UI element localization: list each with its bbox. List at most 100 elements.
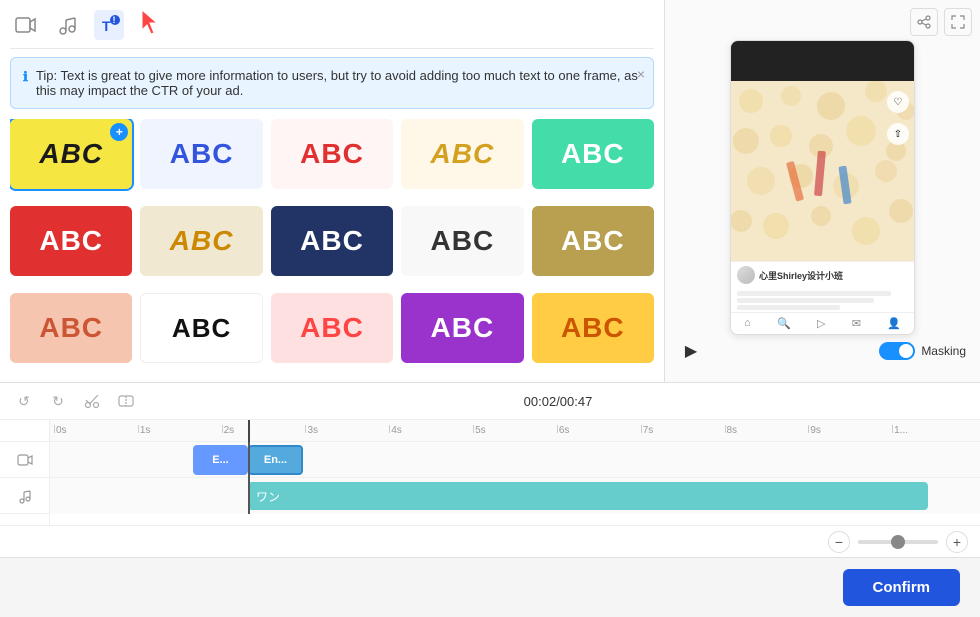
video-track-icon [0,442,49,478]
style-10-label: ABC [561,225,625,257]
style-8-label: ABC [300,225,364,257]
text-style-9[interactable]: ABC [401,206,523,276]
text-style-5[interactable]: ABC [532,119,654,189]
confirm-button[interactable]: Confirm [843,569,961,606]
cut-button[interactable] [80,389,104,413]
toggle-thumb [899,344,913,358]
timeline-area: ↺ ↻ 00:02/00:47 [0,382,980,557]
masking-label: Masking [921,344,966,358]
preview-phone: ♡ ⇧ 心里Shirley设计小班 [730,40,915,335]
track-timeline: 0s 1s 2s 3s 4s 5s 6s 7s 8s 9s 1... [50,420,980,525]
main-container: T ! ℹ Tip: Text is great to give more in… [0,0,980,617]
masking-control: Masking [879,342,966,360]
text-style-1[interactable]: ABC + [10,119,132,189]
ruler-0s: 0s [54,425,138,436]
right-panel: ♡ ⇧ 心里Shirley设计小班 [665,0,980,382]
left-panel: T ! ℹ Tip: Text is great to give more in… [0,0,665,382]
ruler-6s: 6s [557,425,641,436]
ruler-10s: 1... [892,425,976,436]
text-tool-icon[interactable]: T ! [94,10,124,40]
phone-image-area: ♡ ⇧ [731,81,914,261]
tip-info-icon: ℹ [23,69,28,85]
text-style-14[interactable]: ABC [401,293,523,363]
audio-track-icon [0,478,49,514]
text-style-4[interactable]: ABC [401,119,523,189]
play-button[interactable]: ▶ [679,339,703,363]
text-style-6[interactable]: ABC [10,206,132,276]
bottom-bar: Confirm [0,557,980,617]
cursor-indicator [136,10,166,40]
timeline-toolbar: ↺ ↻ 00:02/00:47 [0,383,980,420]
ruler-5s: 5s [473,425,557,436]
phone-content: ♡ ⇧ 心里Shirley设计小班 [731,81,914,334]
phone-avatar [737,266,755,284]
text-style-15[interactable]: ABC [532,293,654,363]
top-toolbar: T ! [10,10,654,49]
text-style-3[interactable]: ABC [271,119,393,189]
text-style-2[interactable]: ABC [140,119,262,189]
masking-toggle-switch[interactable] [879,342,915,360]
editor-area: T ! ℹ Tip: Text is great to give more in… [0,0,980,382]
style-9-label: ABC [431,225,495,257]
video-tool-icon[interactable] [10,10,40,40]
phone-action-1: ♡ [887,91,909,113]
style-2-label: ABC [170,138,234,170]
ruler-marks: 0s 1s 2s 3s 4s 5s 6s 7s 8s 9s 1... [54,425,976,436]
video-clip-1[interactable]: E... [193,445,248,475]
tip-close-button[interactable]: × [637,66,645,82]
timeline-tracks: 0s 1s 2s 3s 4s 5s 6s 7s 8s 9s 1... [0,420,980,525]
ruler-2s: 2s [222,425,306,436]
text-style-grid: ABC + ABC ABC ABC ABC ABC [10,119,654,372]
text-style-12[interactable]: ABC [140,293,262,363]
style-3-label: ABC [300,138,364,170]
style-11-label: ABC [39,312,103,344]
ruler-8s: 8s [725,425,809,436]
ruler-9s: 9s [808,425,892,436]
tip-text: Tip: Text is great to give more informat… [36,68,641,98]
audio-track: ワン [50,478,980,514]
zoom-thumb [891,535,905,549]
style-5-label: ABC [561,138,625,170]
ruler-4s: 4s [389,425,473,436]
playhead-cursor [248,420,250,442]
zoom-slider[interactable] [858,540,938,544]
audio-clip-1[interactable]: ワン [248,482,928,510]
style-4-label: ABC [431,138,495,170]
phone-action-2: ⇧ [887,123,909,145]
text-style-10[interactable]: ABC [532,206,654,276]
video-track: E... En... [50,442,980,478]
style-12-label: ABC [172,313,231,344]
video-clip-2[interactable]: En... [248,445,303,475]
playhead-audio [248,478,250,514]
expand-icon-btn[interactable] [944,8,972,36]
zoom-out-button[interactable]: − [828,531,850,553]
svg-text:!: ! [113,15,116,25]
undo-button[interactable]: ↺ [12,389,36,413]
phone-top-bar [731,41,914,81]
zoom-in-button[interactable]: + [946,531,968,553]
split-button[interactable] [114,389,138,413]
timeline-time-display: 00:02/00:47 [524,394,593,409]
add-badge: + [110,123,128,141]
phone-username: 心里Shirley设计小班 [759,269,843,282]
svg-text:T: T [102,18,111,34]
text-style-8[interactable]: ABC [271,206,393,276]
style-13-label: ABC [300,312,364,344]
text-style-7[interactable]: ABC [140,206,262,276]
text-style-11[interactable]: ABC [10,293,132,363]
tip-banner: ℹ Tip: Text is great to give more inform… [10,57,654,109]
audio-tool-icon[interactable] [52,10,82,40]
ruler-3s: 3s [305,425,389,436]
text-style-13[interactable]: ABC [271,293,393,363]
phone-user-bar: 心里Shirley设计小班 [731,261,914,288]
redo-button[interactable]: ↻ [46,389,70,413]
phone-text-lines [731,288,914,312]
timeline-ruler: 0s 1s 2s 3s 4s 5s 6s 7s 8s 9s 1... [50,420,980,442]
phone-bottom-nav: ⌂ 🔍 ▷ ✉ 👤 [731,312,914,334]
style-14-label: ABC [431,312,495,344]
playback-controls: ▶ Masking [673,339,972,363]
playhead-video [248,442,250,478]
share-icon-btn[interactable] [910,8,938,36]
style-6-label: ABC [39,225,103,257]
track-icon-column [0,420,50,525]
